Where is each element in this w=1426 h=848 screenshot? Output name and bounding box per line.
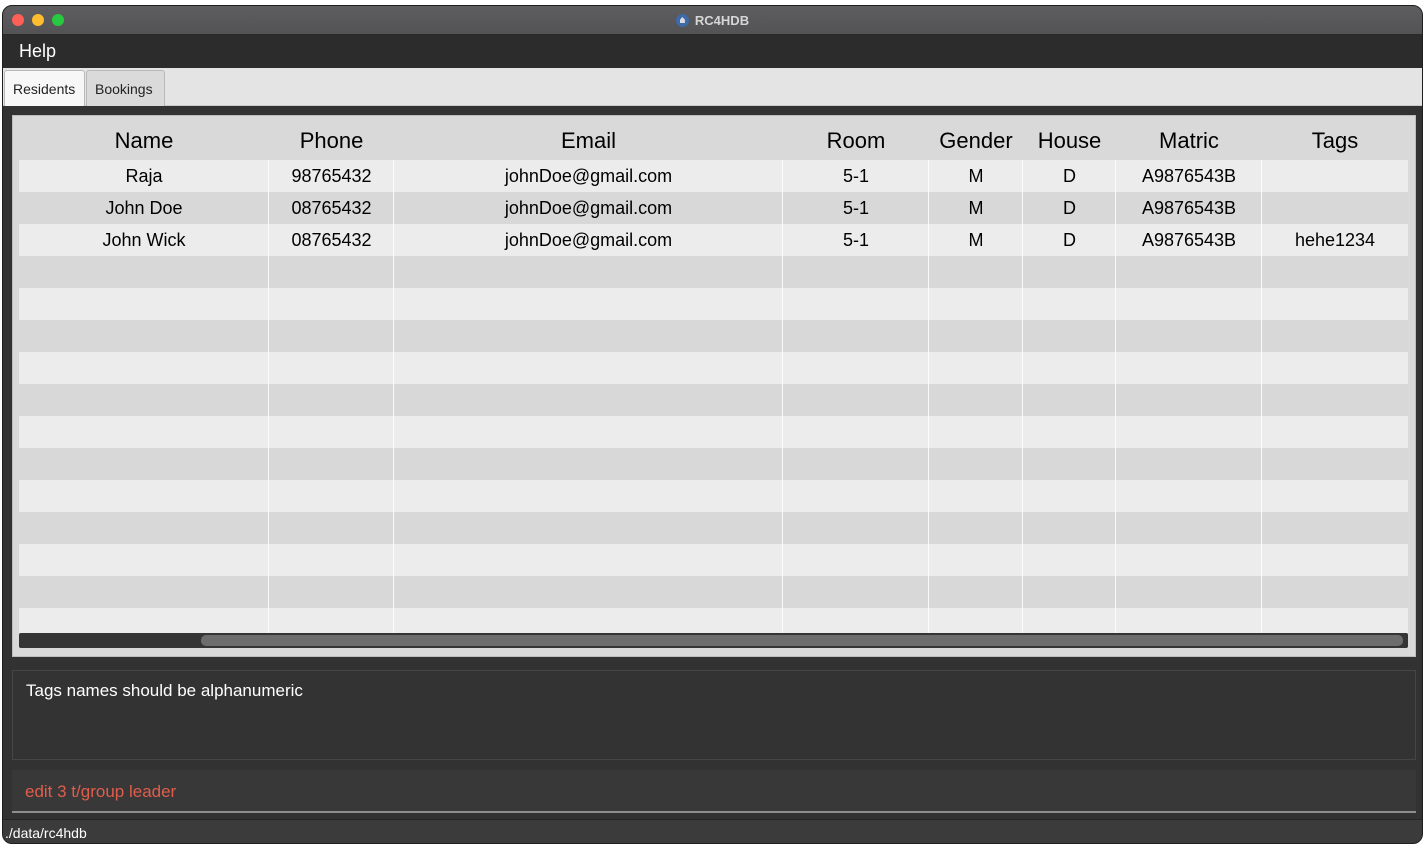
column-header-name[interactable]: Name <box>19 116 269 160</box>
tab-bookings[interactable]: Bookings <box>86 70 165 106</box>
table-row[interactable]: Raja 98765432 johnDoe@gmail.com 5-1 M D A98765… <box>19 160 1408 192</box>
table-body: Raja 98765432 johnDoe@gmail.com 5-1 M D A98765… <box>19 160 1408 633</box>
tab-residents[interactable]: Residents <box>4 70 85 106</box>
column-divider <box>928 160 929 633</box>
cell-matric: A9876543B <box>1141 166 1237 186</box>
title-bar: RC4HDB <box>3 6 1422 35</box>
menu-bar: Help <box>3 35 1422 68</box>
column-header-email[interactable]: Email <box>394 116 783 160</box>
residents-table: Name Phone Email Room Gender House Matric Tags … <box>12 115 1416 657</box>
empty-table-row <box>19 448 1408 480</box>
cell-email: johnDoe@gmail.com <box>504 230 673 250</box>
cell-house: D <box>1063 230 1076 250</box>
window-title: RC4HDB <box>694 13 750 28</box>
cell-gender: M <box>968 198 984 218</box>
house-icon <box>675 14 689 27</box>
empty-table-row <box>19 544 1408 576</box>
column-header-house[interactable]: House <box>1023 116 1116 160</box>
cell-tags <box>1262 192 1408 224</box>
column-divider <box>268 160 269 633</box>
cell-tags: hehe1234 <box>1294 230 1376 250</box>
empty-table-row <box>19 352 1408 384</box>
data-file-path: ./data/rc4hdb <box>5 825 87 841</box>
column-header-matric[interactable]: Matric <box>1116 116 1262 160</box>
cell-phone: 98765432 <box>291 166 372 186</box>
cell-room: 5-1 <box>842 198 869 218</box>
column-header-phone[interactable]: Phone <box>269 116 394 160</box>
empty-table-row <box>19 576 1408 608</box>
empty-table-row <box>19 480 1408 512</box>
horizontal-scrollbar[interactable] <box>19 633 1408 648</box>
empty-table-row <box>19 288 1408 320</box>
cell-gender: M <box>968 230 984 250</box>
window-title-group: RC4HDB <box>3 6 1422 35</box>
result-message: Tags names should be alphanumeric <box>26 681 303 700</box>
column-header-room[interactable]: Room <box>783 116 929 160</box>
column-divider <box>393 160 394 633</box>
table-row[interactable]: John Doe 08765432 johnDoe@gmail.com 5-1 M D A9… <box>19 192 1408 224</box>
empty-table-row <box>19 608 1408 633</box>
command-input[interactable] <box>25 780 1395 804</box>
column-header-tags[interactable]: Tags <box>1262 116 1408 160</box>
empty-table-row <box>19 256 1408 288</box>
cell-email: johnDoe@gmail.com <box>504 198 673 218</box>
app-window: RC4HDB Help Residents Bookings Name Phone… <box>2 5 1423 844</box>
column-divider <box>782 160 783 633</box>
column-header-gender[interactable]: Gender <box>929 116 1023 160</box>
scrollbar-thumb[interactable] <box>201 635 1403 646</box>
cell-name: John Wick <box>102 230 186 250</box>
status-bar: ./data/rc4hdb <box>3 819 1422 843</box>
tab-bar: Residents Bookings <box>3 68 1422 106</box>
empty-table-row <box>19 320 1408 352</box>
menu-help[interactable]: Help <box>19 41 56 62</box>
table-row[interactable]: John Wick 08765432 johnDoe@gmail.com 5-1 M D A… <box>19 224 1408 256</box>
table-header: Name Phone Email Room Gender House Matric Tags <box>19 116 1408 160</box>
cell-name: Raja <box>125 166 163 186</box>
cell-room: 5-1 <box>842 230 869 250</box>
cell-gender: M <box>968 166 984 186</box>
cell-room: 5-1 <box>842 166 869 186</box>
cell-matric: A9876543B <box>1141 230 1237 250</box>
cell-house: D <box>1063 198 1076 218</box>
cell-tags <box>1262 160 1408 192</box>
cell-phone: 08765432 <box>291 230 372 250</box>
cell-matric: A9876543B <box>1141 198 1237 218</box>
empty-table-row <box>19 416 1408 448</box>
column-divider <box>1261 160 1262 633</box>
empty-table-row <box>19 512 1408 544</box>
command-box[interactable] <box>12 770 1416 813</box>
column-divider <box>1022 160 1023 633</box>
cell-house: D <box>1063 166 1076 186</box>
cell-name: John Doe <box>105 198 183 218</box>
result-display: Tags names should be alphanumeric <box>12 670 1416 760</box>
column-divider <box>1115 160 1116 633</box>
cell-phone: 08765432 <box>291 198 372 218</box>
cell-email: johnDoe@gmail.com <box>504 166 673 186</box>
empty-table-row <box>19 384 1408 416</box>
